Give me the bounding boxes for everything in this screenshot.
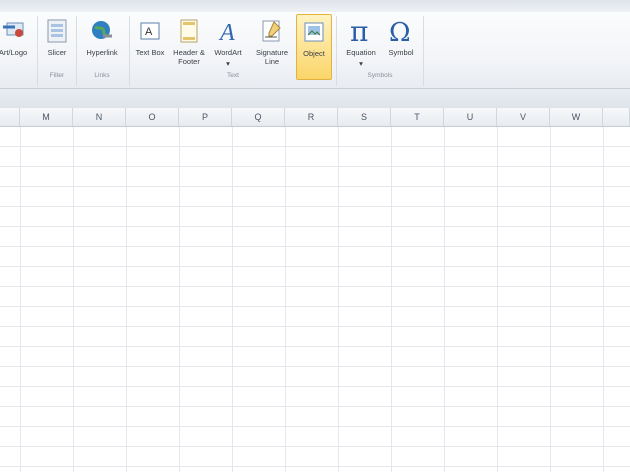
object-button[interactable]: Object xyxy=(296,14,332,80)
symbol-button[interactable]: Ω Symbol xyxy=(383,14,419,80)
row-header-corner[interactable] xyxy=(0,108,20,126)
gridline xyxy=(550,127,551,472)
formula-bar-area xyxy=(0,89,630,109)
group-label-links: Links xyxy=(94,72,110,79)
text-box-button[interactable]: A Text Box xyxy=(133,14,167,80)
gridline xyxy=(73,127,74,472)
column-header-Q[interactable]: Q xyxy=(232,108,285,126)
group-separator xyxy=(423,16,424,86)
gridline xyxy=(391,127,392,472)
slicer-button[interactable]: Slicer xyxy=(40,14,74,80)
column-header-P[interactable]: P xyxy=(179,108,232,126)
omega-icon: Ω xyxy=(388,16,414,46)
group-label-text: Text xyxy=(227,72,239,79)
group-separator xyxy=(76,16,77,86)
dropdown-arrow-icon: ▾ xyxy=(226,59,230,68)
gridline xyxy=(126,127,127,472)
column-header-M[interactable]: M xyxy=(20,108,73,126)
header-footer-label: Header & Footer xyxy=(173,48,205,66)
column-header-T[interactable]: T xyxy=(391,108,444,126)
signature-line-label: Signature Line xyxy=(255,48,289,66)
clip-art-button[interactable]: Art/Logo xyxy=(0,14,32,80)
svg-text:A: A xyxy=(145,26,153,38)
slicer-label: Slicer xyxy=(47,48,67,57)
column-header-V[interactable]: V xyxy=(497,108,550,126)
column-header-S[interactable]: S xyxy=(338,108,391,126)
wordart-button[interactable]: A WordArt ▾ xyxy=(210,14,246,80)
column-header-N[interactable]: N xyxy=(73,108,126,126)
globe-link-icon xyxy=(89,16,115,46)
slicer-icon xyxy=(44,16,70,46)
gridline xyxy=(497,127,498,472)
gridline xyxy=(20,127,21,472)
pi-icon: π xyxy=(348,16,374,46)
wordart-label: WordArt xyxy=(214,48,242,57)
svg-text:π: π xyxy=(350,17,368,45)
gridline xyxy=(179,127,180,472)
gridline xyxy=(338,127,339,472)
dropdown-arrow-icon: ▾ xyxy=(359,59,363,68)
column-header-X[interactable] xyxy=(603,108,630,126)
clip-art-icon xyxy=(0,16,26,46)
svg-text:Ω: Ω xyxy=(389,18,411,45)
group-separator xyxy=(129,16,130,86)
wordart-icon: A xyxy=(215,16,241,46)
column-header-W[interactable]: W xyxy=(550,108,603,126)
text-box-label: Text Box xyxy=(135,48,165,57)
header-footer-button[interactable]: Header & Footer xyxy=(168,14,210,80)
object-label: Object xyxy=(303,49,325,58)
column-header-R[interactable]: R xyxy=(285,108,338,126)
spreadsheet-grid[interactable] xyxy=(0,127,630,472)
signature-line-button[interactable]: Signature Line xyxy=(250,14,294,80)
symbol-label: Symbol xyxy=(388,48,414,57)
ribbon: Art/Logo Slicer Filter Hyperlink Links A… xyxy=(0,12,630,89)
hyperlink-label: Hyperlink xyxy=(86,48,118,57)
header-footer-icon xyxy=(176,16,202,46)
equation-label: Equation xyxy=(346,48,376,57)
clip-art-label: Art/Logo xyxy=(0,48,28,57)
text-box-icon: A xyxy=(137,16,163,46)
signature-line-icon xyxy=(259,16,285,46)
gridline xyxy=(285,127,286,472)
object-icon xyxy=(301,17,327,47)
hyperlink-button[interactable]: Hyperlink xyxy=(79,14,125,80)
column-header-U[interactable]: U xyxy=(444,108,497,126)
gridline xyxy=(603,127,604,472)
group-label-filter: Filter xyxy=(49,72,65,79)
svg-text:A: A xyxy=(218,20,235,44)
group-separator xyxy=(336,16,337,86)
gridline xyxy=(232,127,233,472)
equation-button[interactable]: π Equation ▾ xyxy=(340,14,382,80)
group-label-symbols: Symbols xyxy=(367,72,393,79)
gridline xyxy=(444,127,445,472)
column-header-row: M N O P Q R S T U V W xyxy=(0,108,630,127)
column-header-O[interactable]: O xyxy=(126,108,179,126)
group-separator xyxy=(37,16,38,86)
